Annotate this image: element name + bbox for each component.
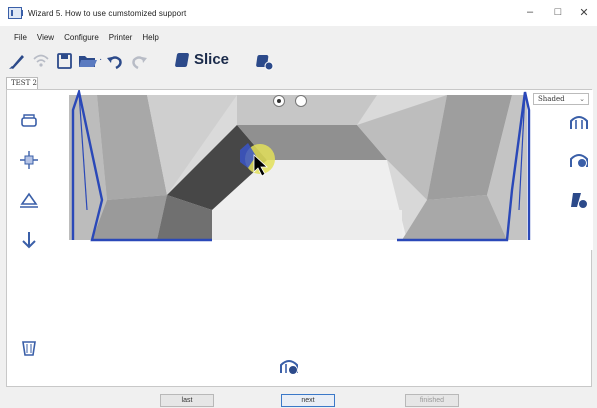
move-icon[interactable] <box>19 112 39 132</box>
support-icon[interactable] <box>569 112 589 132</box>
view-mode-value: Shaded <box>538 95 565 103</box>
settings-icon[interactable] <box>255 52 275 72</box>
wizard-footer: last next finished <box>0 391 597 408</box>
open-folder-icon[interactable] <box>78 52 98 70</box>
radio-option-1[interactable] <box>273 95 285 107</box>
menu-view[interactable]: View <box>37 33 54 42</box>
slice-icon <box>174 52 190 67</box>
slice-label: Slice <box>194 51 230 68</box>
toolbar: · <box>0 48 597 74</box>
drop-down-icon[interactable] <box>19 230 39 250</box>
title-bar: Wizard 5. How to use cumstomized support… <box>0 0 597 26</box>
menu-printer[interactable]: Printer <box>109 33 133 42</box>
maximize-button[interactable]: □ <box>550 6 566 18</box>
close-button[interactable]: ✕ <box>576 6 592 19</box>
3d-viewport[interactable]: Shaded ⌄ <box>6 89 593 387</box>
redo-icon[interactable] <box>130 52 148 70</box>
custom-support-icon[interactable] <box>569 190 589 210</box>
save-icon[interactable] <box>56 52 74 70</box>
add-support-icon[interactable] <box>279 356 299 376</box>
chevron-down-icon: ⌄ <box>579 95 585 103</box>
separator-dot: · <box>99 54 103 65</box>
wizard-window: Wizard 5. How to use cumstomized support… <box>0 0 597 408</box>
radio-option-2[interactable] <box>295 95 307 107</box>
minimize-button[interactable]: – <box>522 6 538 18</box>
app-icon <box>8 7 23 19</box>
menu-configure[interactable]: Configure <box>64 33 99 42</box>
finished-button[interactable]: finished <box>405 394 459 407</box>
menu-bar: File View Configure Printer Help <box>0 30 159 44</box>
slice-button[interactable]: Slice <box>174 51 230 68</box>
align-center-icon[interactable] <box>19 150 39 170</box>
menu-file[interactable]: File <box>14 33 27 42</box>
menu-help[interactable]: Help <box>142 33 158 42</box>
support-paint-icon[interactable] <box>19 338 39 358</box>
next-button[interactable]: next <box>281 394 335 407</box>
last-button[interactable]: last <box>160 394 214 407</box>
model-scene <box>7 90 593 250</box>
lay-flat-icon[interactable] <box>19 190 39 210</box>
wifi-icon[interactable] <box>32 52 50 70</box>
brush-icon[interactable] <box>8 52 26 70</box>
undo-icon[interactable] <box>106 52 124 70</box>
window-title: Wizard 5. How to use cumstomized support <box>28 8 187 18</box>
view-radio-group <box>273 95 307 107</box>
tab-test-2[interactable]: TEST 2 <box>6 77 38 89</box>
auto-support-icon[interactable] <box>569 150 589 170</box>
view-mode-select[interactable]: Shaded ⌄ <box>533 93 589 105</box>
